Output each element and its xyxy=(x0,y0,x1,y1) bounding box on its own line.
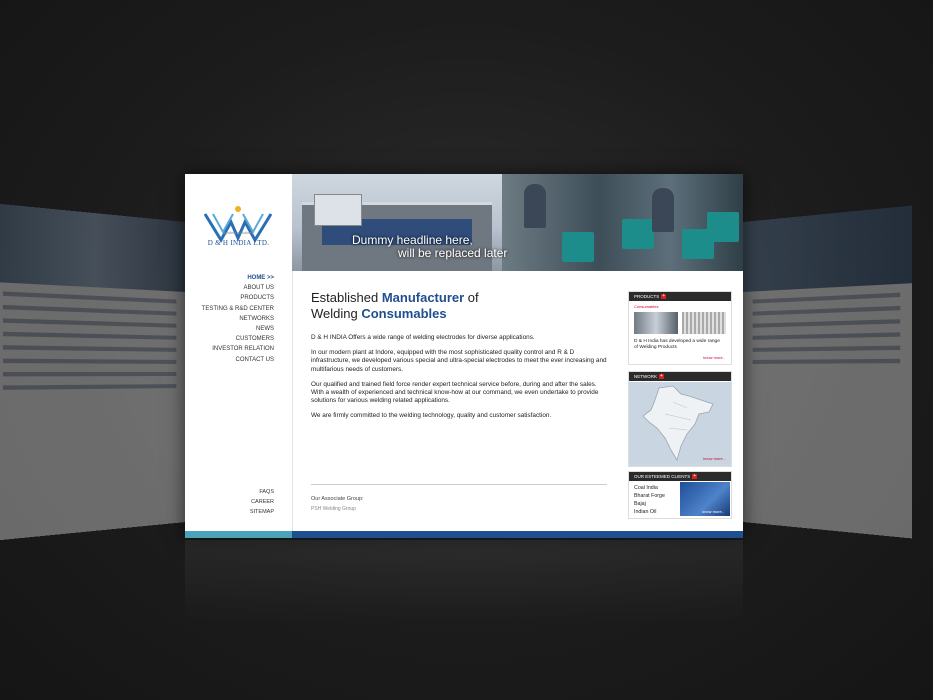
nav-item-home[interactable]: HOME >> xyxy=(202,273,274,283)
intro-paragraph: D & H INDIA Offers a wide range of weldi… xyxy=(311,334,535,341)
logo-company-name: D & H INDIA LTD. xyxy=(207,239,270,247)
heading-text: Welding xyxy=(311,306,362,321)
body-paragraph: Our qualified and trained field force re… xyxy=(311,380,599,405)
background-page-right xyxy=(743,205,912,539)
machine-figure xyxy=(707,212,739,242)
know-more-link[interactable]: know more.. xyxy=(703,355,725,360)
nav-item-networks[interactable]: NETWORKS xyxy=(202,314,274,324)
plus-icon[interactable]: + xyxy=(692,474,698,480)
worker-figure xyxy=(652,188,674,232)
building-tower xyxy=(314,194,362,226)
background-banner xyxy=(0,202,187,292)
banner-headline: Dummy headline here, will be replaced la… xyxy=(352,234,507,260)
widget-title: NETWORK xyxy=(634,374,657,379)
worker-figure xyxy=(524,184,546,228)
nav-item-testing-rd-center[interactable]: TESTING & R&D CENTER xyxy=(202,304,274,314)
products-widget: PRODUCTS + Consumables D & H India has de… xyxy=(628,291,732,365)
nav-item-news[interactable]: NEWS xyxy=(202,324,274,334)
hero-banner: Dummy headline here, will be replaced la… xyxy=(292,174,743,271)
widget-subtitle[interactable]: Consumables xyxy=(629,301,731,309)
body-paragraph: We are firmly committed to the welding t… xyxy=(311,412,552,420)
widget-title: PRODUCTS xyxy=(634,294,660,299)
product-thumbnail[interactable] xyxy=(682,312,726,334)
know-more-link[interactable]: know more.. xyxy=(702,509,724,514)
footer-accent xyxy=(185,531,292,538)
widget-header: PRODUCTS + xyxy=(629,292,731,301)
banner-headline-line2: will be replaced later xyxy=(398,246,508,260)
body-paragraph: In our modern plant at Indore, equipped … xyxy=(311,349,607,373)
heading-emphasis: Manufacturer xyxy=(381,290,465,305)
client-item: Coal India xyxy=(634,485,658,491)
page-heading: Established Manufacturer of Welding Consu… xyxy=(311,290,611,322)
associate-label: Our Associate Group: xyxy=(311,496,364,502)
main-content: Established Manufacturer of Welding Consu… xyxy=(311,290,611,421)
associate-link[interactable]: PSH Welding Group xyxy=(311,506,356,512)
client-item: Bajaj xyxy=(634,501,646,507)
plus-icon[interactable]: + xyxy=(661,294,667,300)
nav-item-career[interactable]: CAREER xyxy=(250,497,274,507)
sidebar: igniting solutions D & H INDIA LTD. HOME… xyxy=(185,174,293,531)
nav-item-sitemap[interactable]: SITEMAP xyxy=(250,507,274,517)
nav-item-products[interactable]: PRODUCTS xyxy=(202,293,274,303)
widget-description: D & H India has developed a wide range o… xyxy=(634,339,720,350)
heading-text: of xyxy=(464,290,479,305)
divider xyxy=(311,484,607,485)
nav-item-customers[interactable]: CUSTOMERS xyxy=(202,334,274,344)
machine-figure xyxy=(622,219,654,249)
nav-item-investor-relation[interactable]: INVESTOR RELATION xyxy=(202,344,274,354)
product-thumbnail[interactable] xyxy=(634,312,678,334)
plus-icon[interactable]: + xyxy=(659,374,664,380)
widget-header: OUR ESTEEMED CLIENTS + xyxy=(629,472,731,481)
website-page: igniting solutions D & H INDIA LTD. HOME… xyxy=(185,174,743,538)
background-text-lines xyxy=(743,292,912,364)
page-reflection xyxy=(185,540,743,630)
heading-emphasis: Consumables xyxy=(361,306,447,321)
background-text-lines xyxy=(0,291,186,390)
know-more-link[interactable]: know more.. xyxy=(703,456,725,461)
logo-tagline: igniting solutions xyxy=(223,230,254,235)
heading-text: Established xyxy=(311,290,382,305)
widget-title: OUR ESTEEMED CLIENTS xyxy=(634,474,691,479)
network-widget: NETWORK + know more.. xyxy=(628,371,732,467)
main-nav: HOME >> ABOUT US PRODUCTS TESTING & R&D … xyxy=(202,273,274,365)
clients-list: Coal India Bharat Forge Bajaj Indian Oil xyxy=(634,484,665,516)
nav-item-about-us[interactable]: ABOUT US xyxy=(202,283,274,293)
widget-header: NETWORK + xyxy=(629,372,731,381)
client-item: Indian Oil xyxy=(634,509,657,515)
clients-widget: OUR ESTEEMED CLIENTS + Coal India Bharat … xyxy=(628,471,732,519)
machine-figure xyxy=(562,232,594,262)
workshop-image xyxy=(502,174,743,271)
nav-item-contact-us[interactable]: CONTACT US xyxy=(202,355,274,365)
background-banner xyxy=(743,205,912,292)
india-map[interactable]: know more.. xyxy=(629,382,731,466)
handshake-image: know more.. xyxy=(680,482,730,516)
footer-nav: FAQS CAREER SITEMAP xyxy=(250,487,274,517)
background-page-left xyxy=(0,202,187,542)
nav-item-faqs[interactable]: FAQS xyxy=(250,487,274,497)
india-map-shape xyxy=(642,385,714,461)
client-item: Bharat Forge xyxy=(634,493,665,499)
